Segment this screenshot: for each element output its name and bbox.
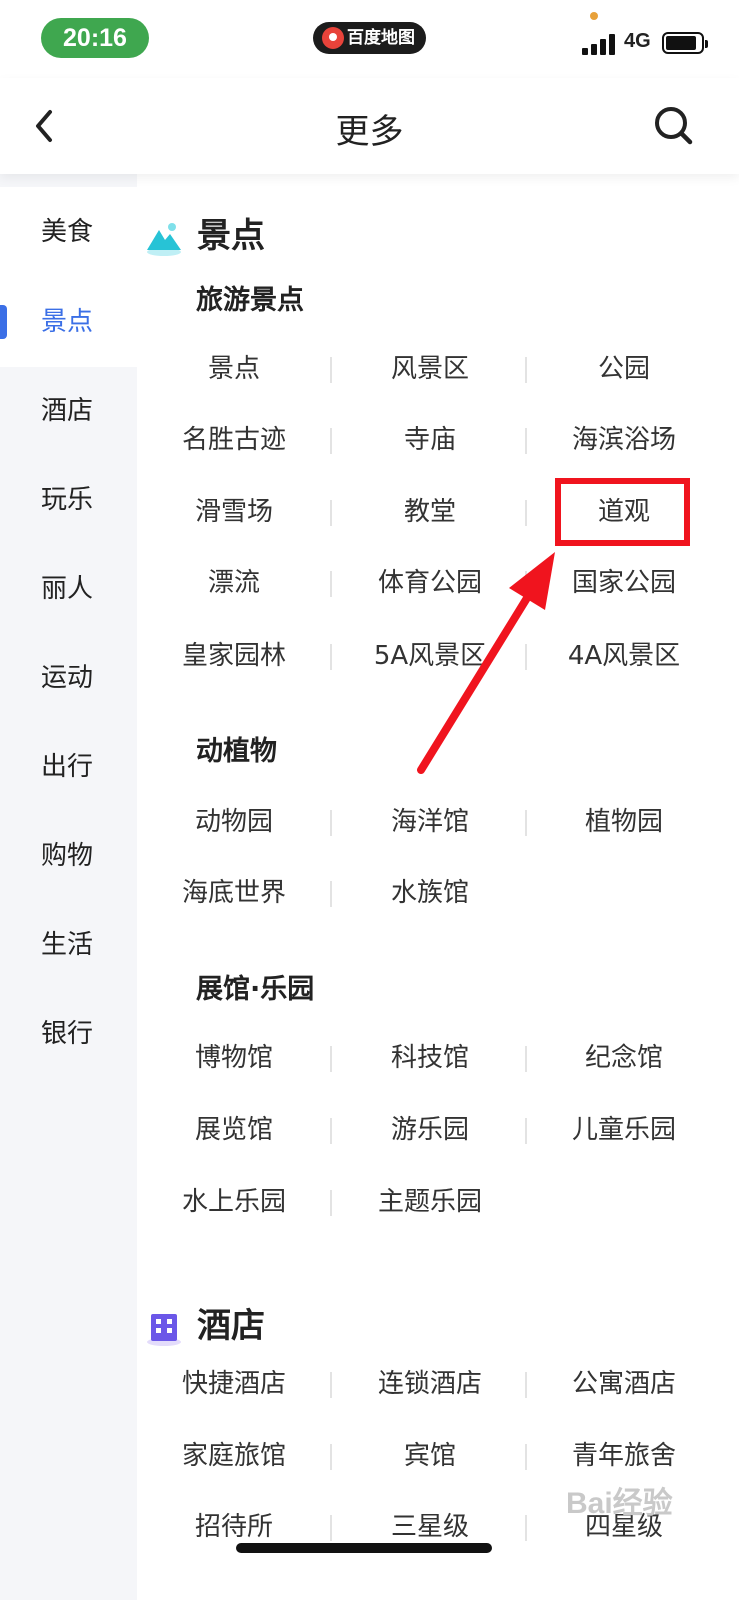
category-item[interactable]: 景点 — [137, 345, 331, 393]
signal-icon — [582, 33, 618, 55]
subsection-title-tourism: 旅游景点 — [196, 285, 304, 316]
category-row: 动物园 海洋馆 植物园 — [137, 798, 739, 846]
category-sidebar: 美食 景点 酒店 玩乐 丽人 运动 出行 购物 生活 银行 — [0, 174, 137, 1600]
sidebar-item-life[interactable]: 生活 — [0, 900, 137, 990]
sidebar-item-travel[interactable]: 出行 — [0, 722, 137, 812]
category-item[interactable]: 体育公园 — [333, 559, 527, 607]
category-item[interactable]: 动物园 — [137, 798, 331, 846]
page-title: 更多 — [335, 112, 404, 152]
app-indicator-pill[interactable]: 百度地图 — [313, 22, 426, 54]
category-item[interactable]: 漂流 — [137, 559, 331, 607]
category-item[interactable]: 海滨浴场 — [527, 416, 721, 464]
category-item[interactable]: 主题乐园 — [333, 1178, 527, 1226]
watermark: Bai经验 — [566, 1487, 673, 1520]
category-item[interactable]: 游乐园 — [333, 1106, 527, 1154]
sidebar-item-bank[interactable]: 银行 — [0, 989, 137, 1079]
category-item[interactable]: 海洋馆 — [333, 798, 527, 846]
divider — [330, 1046, 332, 1072]
mountain-icon — [147, 223, 181, 256]
sidebar-item-hotel[interactable]: 酒店 — [0, 366, 137, 456]
search-icon — [655, 107, 693, 145]
divider — [330, 500, 332, 526]
category-row: 家庭旅馆 宾馆 青年旅舍 — [137, 1432, 739, 1480]
category-item[interactable]: 儿童乐园 — [527, 1106, 721, 1154]
category-item[interactable]: 皇家园林 — [137, 632, 331, 680]
divider — [330, 810, 332, 836]
nav-bar: 更多 — [0, 78, 739, 174]
privacy-indicator-dot — [590, 12, 598, 20]
category-row: 皇家园林 5A风景区 4A风景区 — [137, 632, 739, 680]
divider — [330, 1444, 332, 1470]
section-title-scenic: 景点 — [197, 216, 265, 256]
category-item[interactable]: 科技馆 — [333, 1034, 527, 1082]
sidebar-item-fun[interactable]: 玩乐 — [0, 455, 137, 545]
map-pin-icon — [322, 27, 344, 49]
category-content: 景点 旅游景点 景点 风景区 公园 名胜古迹 寺庙 海滨浴场 滑雪场 教堂 道观… — [137, 174, 739, 1600]
divider — [330, 571, 332, 597]
category-item[interactable]: 水上乐园 — [137, 1178, 331, 1226]
category-item[interactable]: 快捷酒店 — [137, 1360, 331, 1408]
category-item[interactable]: 公寓酒店 — [527, 1360, 721, 1408]
category-item[interactable]: 寺庙 — [333, 416, 527, 464]
building-icon — [147, 1314, 181, 1346]
category-item[interactable]: 宾馆 — [333, 1432, 527, 1480]
category-item[interactable]: 滑雪场 — [137, 488, 331, 536]
divider — [330, 1515, 332, 1541]
sidebar-item-shopping[interactable]: 购物 — [0, 811, 137, 901]
category-item[interactable]: 公园 — [527, 345, 721, 393]
search-button[interactable] — [652, 104, 696, 148]
sidebar-item-sports[interactable]: 运动 — [0, 633, 137, 723]
category-row: 快捷酒店 连锁酒店 公寓酒店 — [137, 1360, 739, 1408]
app-name: 百度地图 — [347, 28, 415, 48]
divider — [330, 428, 332, 454]
category-item[interactable]: 国家公园 — [527, 559, 721, 607]
status-time: 20:16 — [41, 18, 149, 58]
subsection-title-museums: 展馆·乐园 — [196, 974, 315, 1005]
sidebar-item-scenic[interactable]: 景点 — [0, 277, 137, 367]
category-item[interactable]: 名胜古迹 — [137, 416, 331, 464]
home-indicator[interactable] — [236, 1543, 492, 1553]
status-bar: 20:16 百度地图 4G — [0, 0, 739, 78]
category-row: 海底世界 水族馆 — [137, 869, 739, 917]
category-row: 水上乐园 主题乐园 — [137, 1178, 739, 1226]
divider — [330, 1118, 332, 1144]
divider — [330, 357, 332, 383]
category-item[interactable]: 5A风景区 — [333, 632, 527, 680]
network-type: 4G — [624, 30, 651, 52]
category-row: 漂流 体育公园 国家公园 — [137, 559, 739, 607]
sidebar-item-beauty[interactable]: 丽人 — [0, 544, 137, 634]
category-row: 展览馆 游乐园 儿童乐园 — [137, 1106, 739, 1154]
divider — [330, 1372, 332, 1398]
category-item[interactable]: 水族馆 — [333, 869, 527, 917]
category-item[interactable]: 青年旅舍 — [527, 1432, 721, 1480]
category-row: 名胜古迹 寺庙 海滨浴场 — [137, 416, 739, 464]
divider — [330, 881, 332, 907]
category-item[interactable]: 家庭旅馆 — [137, 1432, 331, 1480]
sidebar-item-food[interactable]: 美食 — [0, 187, 137, 277]
category-item[interactable]: 植物园 — [527, 798, 721, 846]
battery-icon — [662, 32, 708, 54]
divider — [330, 1190, 332, 1216]
divider — [330, 644, 332, 670]
category-row: 景点 风景区 公园 — [137, 345, 739, 393]
category-item[interactable]: 连锁酒店 — [333, 1360, 527, 1408]
highlight-annotation-box — [555, 478, 690, 546]
category-item[interactable]: 风景区 — [333, 345, 527, 393]
category-item[interactable]: 博物馆 — [137, 1034, 331, 1082]
category-item[interactable]: 教堂 — [333, 488, 527, 536]
subsection-title-animals: 动植物 — [196, 736, 277, 767]
category-item[interactable]: 4A风景区 — [527, 632, 721, 680]
category-row: 博物馆 科技馆 纪念馆 — [137, 1034, 739, 1082]
category-item[interactable]: 海底世界 — [137, 869, 331, 917]
section-title-hotel: 酒店 — [197, 1306, 265, 1346]
category-item[interactable]: 展览馆 — [137, 1106, 331, 1154]
category-item[interactable]: 纪念馆 — [527, 1034, 721, 1082]
